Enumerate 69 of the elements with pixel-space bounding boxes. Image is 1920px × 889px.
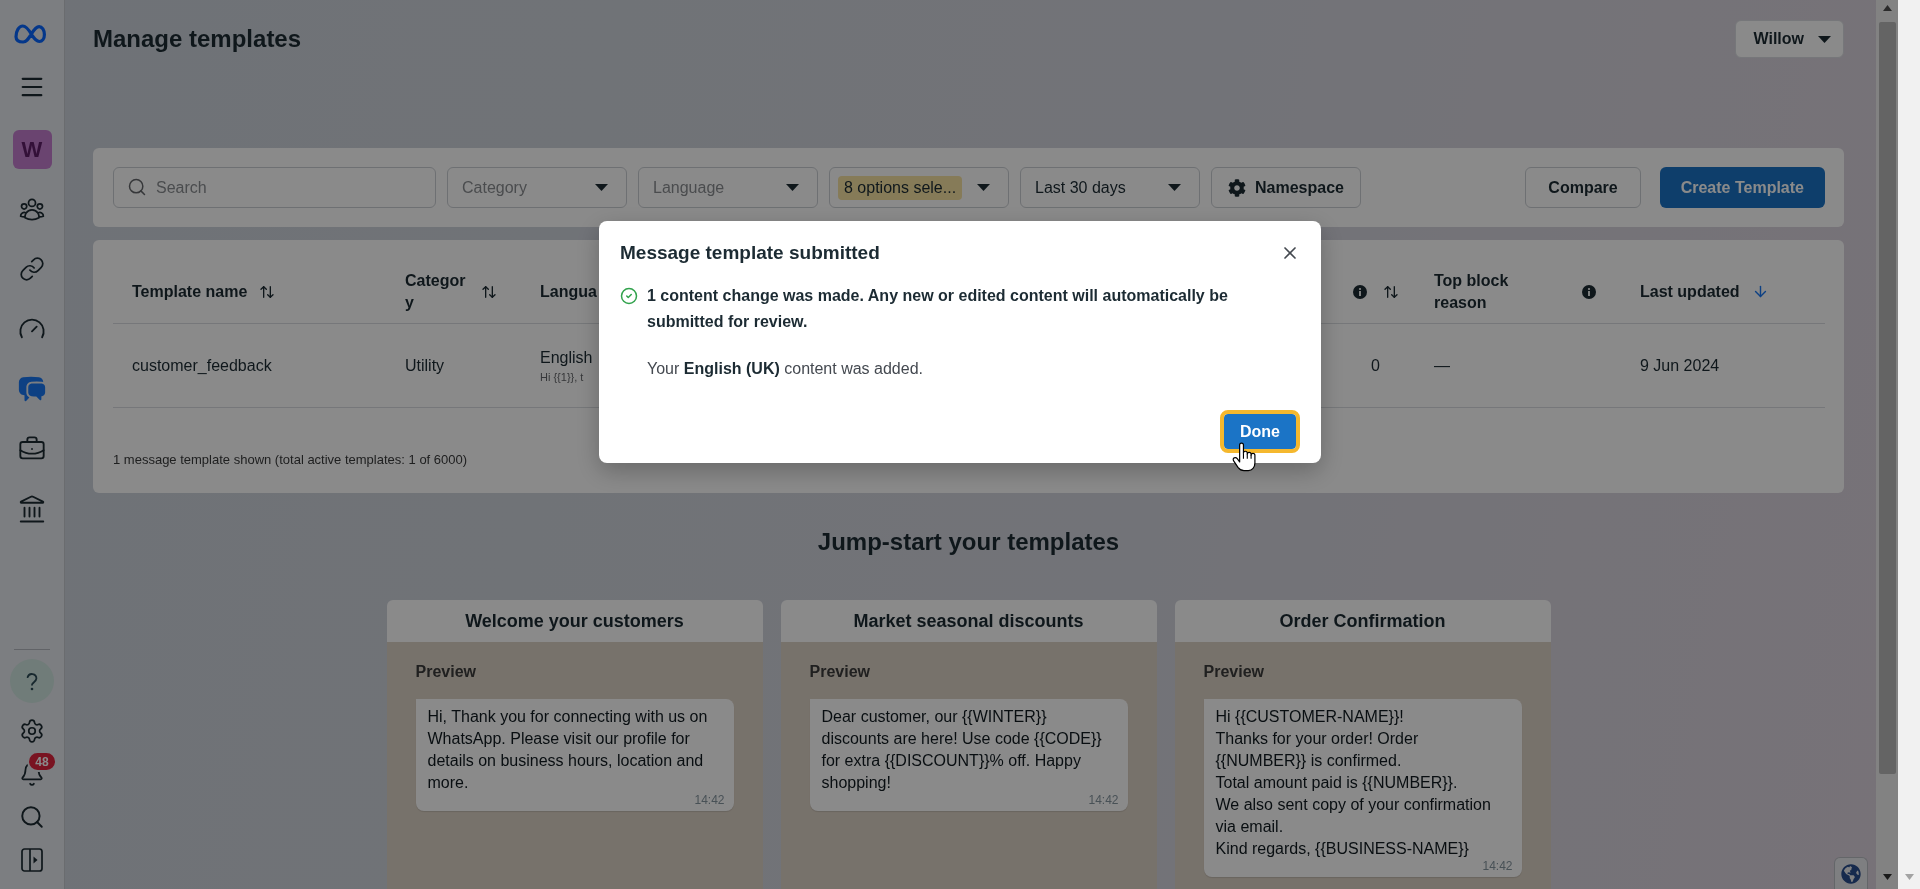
column-header: Template name (132, 281, 248, 302)
notification-badge: 48 (27, 751, 57, 772)
message-text: Dear customer, our {{WINTER}} discounts are here! Use code {{CODE}} for extra {{DISCOUNT}}% off. Happy shopping! (821, 707, 1102, 793)
settings-icon[interactable] (19, 718, 45, 744)
template-card[interactable]: Market seasonal discounts Preview Dear customer, our {{WINTER}} discounts are here! Use code {{CODE}} for extra {{DISCOUNT}}% off. Happy shopping! 14:42 (780, 600, 1157, 889)
search-icon (127, 177, 147, 197)
caret-icon (1818, 35, 1831, 43)
info-icon[interactable] (1352, 284, 1367, 299)
filter-dropdown[interactable]: Last 30 days (1020, 167, 1200, 208)
dialog-message: 1 content change was made. Any new or edited content will automatically be submitted for review. (647, 286, 1229, 332)
caret-icon (977, 184, 990, 191)
search-icon[interactable] (19, 804, 45, 830)
scrollbar-thumb[interactable] (1878, 22, 1896, 774)
template-card[interactable]: Welcome your customers Preview Hi, Thank you for connecting with us on WhatsApp. Please visit our profile for details on business hours, location and more. 14:42 (386, 600, 763, 889)
card-title: Welcome your customers (464, 609, 685, 633)
filter-dropdown[interactable]: 8 options sele... (829, 167, 1009, 208)
column-header: Category (405, 270, 467, 313)
message-time: 14:42 (694, 794, 725, 807)
success-check-icon (620, 287, 638, 305)
done-button[interactable]: Done (1220, 410, 1300, 453)
search-field[interactable]: Search (113, 167, 436, 208)
table-cell: customer_feedback (132, 356, 272, 375)
create-template-button[interactable]: Create Template (1659, 167, 1825, 208)
panel-toggle-icon[interactable] (21, 848, 43, 872)
message-time: 14:42 (1088, 794, 1119, 807)
sort-icon[interactable] (259, 283, 276, 300)
caret-icon (595, 184, 608, 191)
account-dropdown[interactable]: Willow (1735, 20, 1844, 58)
preview-label: Preview (1203, 663, 1264, 681)
scroll-down-icon[interactable] (1882, 874, 1892, 880)
column-header: Last updated (1640, 281, 1740, 302)
sort-icon[interactable] (481, 283, 497, 300)
caret-icon (786, 184, 799, 191)
table-summary: 1 message template shown (total active templates: 1 of 6000) (113, 452, 468, 468)
message-text: Hi {{CUSTOMER-NAME}}! Thanks for your order! Order {{NUMBER}} is confirmed. Total amount paid is {{NUMBER}}. We also sent copy of your confirmation via email. Kind regards, {{BUSINESS-NAME}} (1215, 707, 1491, 859)
page-title: Manage templates (93, 25, 302, 53)
dialog-title: Message template submitted (620, 242, 880, 264)
message-time: 14:42 (1482, 860, 1513, 873)
chat-bubbles-icon[interactable] (17, 374, 47, 404)
table-cell: 9 Jun 2024 (1640, 356, 1720, 375)
table-cell: — (1434, 356, 1450, 375)
table-cell: 0 (1371, 356, 1380, 375)
link-icon[interactable] (19, 256, 45, 282)
sort-icon[interactable] (1382, 283, 1399, 300)
selection-chip: 8 options sele... (838, 175, 963, 200)
scrollbar[interactable] (1876, 0, 1898, 889)
compare-button[interactable]: Compare (1525, 167, 1641, 208)
info-icon[interactable] (1582, 284, 1596, 299)
globe-button[interactable] (1834, 857, 1868, 889)
dialog-detail: Your English (UK) content was added. (647, 359, 923, 379)
section-title: Jump-start your templates (817, 527, 1120, 557)
namespace-button[interactable]: Namespace (1211, 167, 1361, 208)
message-text: Hi, Thank you for connecting with us on WhatsApp. Please visit our profile for details on business hours, location and more. (427, 707, 708, 793)
preview-label: Preview (809, 663, 870, 681)
scroll-up-icon[interactable] (1882, 5, 1892, 11)
gear-icon (1228, 178, 1246, 197)
table-cell: Utility (405, 356, 445, 375)
message-preview-text: Hi {{1}}, t (540, 370, 584, 383)
page-scrollbar[interactable] (1898, 0, 1920, 889)
card-title: Market seasonal discounts (852, 609, 1085, 633)
bank-icon[interactable] (17, 494, 47, 524)
card-title: Order Confirmation (1278, 609, 1447, 633)
help-icon[interactable] (10, 659, 54, 703)
table-cell: English (540, 348, 593, 367)
globe-icon (1841, 863, 1861, 884)
column-header: Top block reason (1434, 270, 1510, 313)
caret-icon (1168, 184, 1181, 191)
preview-label: Preview (415, 663, 476, 681)
column-header: Langua (540, 281, 597, 302)
